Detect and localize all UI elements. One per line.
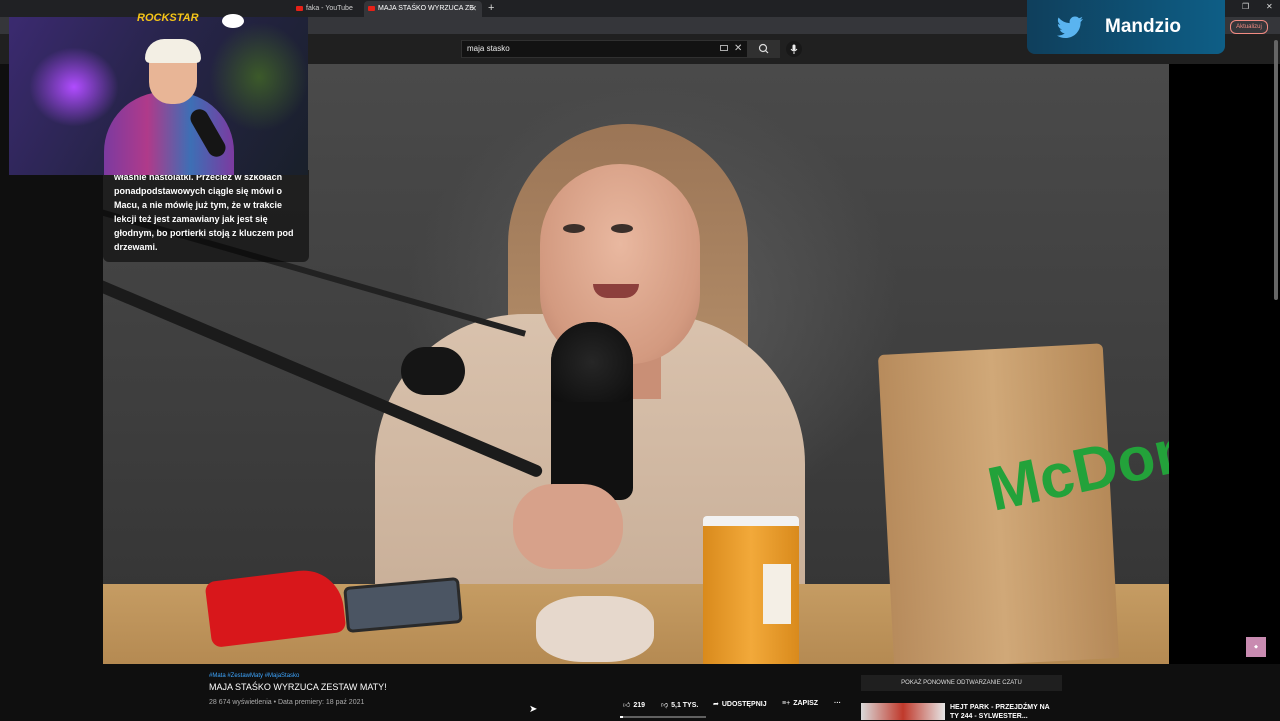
search-button[interactable] (748, 40, 780, 58)
mic-mount (401, 347, 465, 395)
share-button[interactable]: ➦ UDOSTĘPNIJ (713, 700, 767, 708)
cup-label (763, 564, 791, 624)
right-eye (611, 224, 633, 233)
update-button[interactable]: Aktualizuj (1230, 20, 1268, 34)
scrollbar[interactable] (1274, 40, 1278, 300)
microphone-grill (551, 322, 633, 402)
purple-light (29, 47, 119, 127)
video-title: MAJA STAŚKO WYRZUCA ZESTAW MATY! (209, 682, 387, 692)
more-actions-button[interactable]: ··· (834, 700, 841, 707)
video-hashtags[interactable]: #Mata #ZestawMaty #MajaStasko (209, 673, 299, 679)
mouse-cursor-icon: ➤ (529, 704, 538, 715)
tab-label: MAJA STAŚKO WYRZUCA ZE (378, 5, 474, 12)
recommended-video-title[interactable]: HEJT PARK - PRZEJDŹMY NA TY 244 - SYLWES… (950, 703, 1060, 721)
webcam-overlay (9, 17, 308, 175)
show-chat-replay-button[interactable]: POKAŻ PONOWNE ODTWARZANIE CZATU (861, 675, 1062, 691)
tab-label: faka - YouTube (306, 5, 353, 12)
like-dislike-bar (620, 716, 706, 718)
save-button[interactable]: ≡+ ZAPISZ (782, 700, 818, 707)
like-ratio-fill (620, 716, 624, 718)
share-icon: ➦ (713, 701, 719, 708)
hands (513, 484, 623, 569)
dislike-count: 5,1 TYS. (671, 702, 699, 709)
tab-close-icon[interactable]: ✕ (470, 1, 477, 17)
clear-search-icon[interactable]: ✕ (734, 41, 742, 57)
close-window-icon[interactable]: ✕ (1266, 0, 1273, 14)
mouth (593, 284, 639, 298)
right-panel (1169, 64, 1280, 664)
like-button[interactable]: 👍︎ 219 (623, 700, 645, 709)
twitter-handle: Mandzio (1105, 16, 1181, 37)
overlay-badge-icon: ◆ (1246, 637, 1266, 657)
thumbs-up-icon: 👍︎ (623, 702, 631, 709)
browser-tab-active[interactable]: MAJA STAŚKO WYRZUCA ZE ✕ (364, 1, 482, 17)
thumbs-down-icon: 👎︎ (661, 702, 669, 709)
like-count: 219 (633, 702, 646, 709)
video-meta: 28 674 wyświetlenia • Data premiery: 18 … (209, 699, 365, 706)
browser-tab[interactable]: faka - YouTube (292, 1, 364, 17)
save-label: ZAPISZ (793, 700, 819, 707)
share-label: UDOSTĘPNIJ (721, 701, 767, 708)
youtube-icon (368, 6, 375, 11)
plant-shadow (209, 22, 308, 132)
youtube-icon (296, 6, 303, 11)
search-input[interactable]: maja stasko (461, 40, 748, 58)
recommended-video-thumbnail[interactable] (861, 703, 945, 720)
search-icon (758, 43, 769, 54)
dislike-button[interactable]: 👎︎ 5,1 TYS. (661, 700, 698, 709)
sponsor-badge-icon (222, 14, 244, 28)
new-tab-button[interactable]: + (488, 0, 494, 17)
twitter-bird-icon (1057, 15, 1085, 45)
streamer-hair (145, 39, 201, 63)
sponsor-logo: ROCKSTAR (137, 12, 199, 24)
restore-window-icon[interactable]: ❐ (1242, 0, 1249, 14)
chat-message: właśnie nastolatki. Przecież w szkołach … (114, 172, 294, 252)
microphone-icon (790, 44, 798, 54)
keyboard-icon[interactable] (720, 45, 728, 51)
voice-search-button[interactable] (786, 41, 802, 57)
burger-wrapper (536, 596, 654, 662)
video-info-area (0, 664, 1280, 720)
playlist-add-icon: ≡+ (782, 700, 791, 707)
left-eye (563, 224, 585, 233)
